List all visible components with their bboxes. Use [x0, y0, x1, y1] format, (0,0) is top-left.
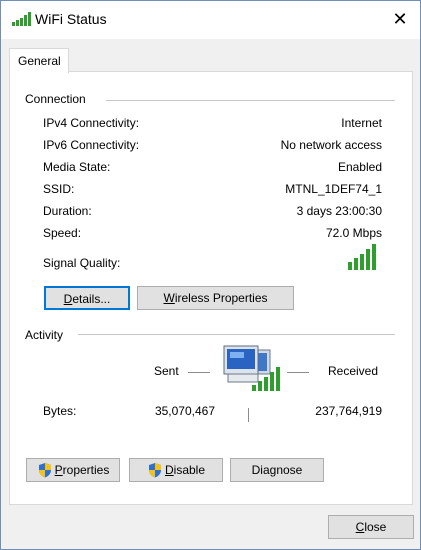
close-button-label: Close [355, 520, 387, 534]
signal-quality-label: Signal Quality: [43, 256, 121, 270]
signal-bar [372, 244, 376, 270]
activity-divider [78, 334, 395, 335]
media-state-value: Enabled [337, 160, 382, 174]
signal-bar [366, 249, 370, 270]
properties-button-label: Properties [37, 459, 109, 481]
tab-general[interactable]: General [9, 48, 69, 73]
received-connector [287, 372, 309, 373]
general-panel: Connection IPv4 Connectivity: Internet I… [9, 71, 413, 505]
properties-button[interactable]: Properties [26, 458, 120, 482]
signal-bar [360, 254, 364, 270]
bytes-label: Bytes: [43, 404, 77, 418]
sent-connector [188, 372, 210, 373]
network-computers-icon [223, 345, 280, 391]
ipv4-label: IPv4 Connectivity: [43, 116, 140, 130]
signal-quality-icon [348, 244, 376, 270]
ipv6-label: IPv6 Connectivity: [43, 138, 140, 152]
speed-value: 72.0 Mbps [325, 226, 382, 240]
connection-heading: Connection [25, 92, 86, 106]
bytes-received-value: 237,764,919 [315, 404, 382, 418]
details-button[interactable]: Details... [44, 286, 130, 310]
ipv6-value: No network access [280, 138, 382, 152]
ssid-label: SSID: [43, 182, 75, 196]
wireless-properties-button-label: Wireless Properties [163, 291, 268, 305]
connection-divider [106, 100, 395, 101]
wireless-properties-button[interactable]: Wireless Properties [137, 286, 294, 310]
close-button[interactable]: Close [328, 515, 414, 539]
wifi-signal-icon [12, 12, 31, 26]
activity-connector-vertical [248, 408, 249, 422]
window-title: WiFi Status [35, 11, 107, 27]
ipv4-value: Internet [341, 116, 382, 130]
title-bar: WiFi Status ✕ [1, 1, 420, 39]
disable-button[interactable]: Disable [129, 458, 223, 482]
speed-label: Speed: [43, 226, 82, 240]
activity-heading: Activity [25, 328, 64, 342]
media-state-label: Media State: [43, 160, 111, 174]
ssid-value: MTNL_1DEF74_1 [285, 182, 382, 196]
close-icon[interactable]: ✕ [388, 7, 412, 31]
tab-general-label: General [18, 54, 61, 68]
bytes-sent-value: 35,070,467 [154, 404, 215, 418]
duration-label: Duration: [43, 204, 92, 218]
details-button-label: Details... [63, 292, 111, 306]
uac-shield-icon [38, 462, 51, 478]
diagnose-button-label: Diagnose [251, 463, 303, 477]
diagnose-button[interactable]: Diagnose [230, 458, 324, 482]
signal-bar [348, 262, 352, 270]
wifi-status-window: WiFi Status ✕ General Connection IPv4 Co… [0, 0, 421, 550]
signal-bar [354, 258, 358, 270]
uac-shield-icon [148, 462, 161, 478]
received-label: Received [328, 364, 379, 378]
sent-label: Sent [154, 364, 179, 378]
disable-button-label: Disable [147, 459, 205, 481]
duration-value: 3 days 23:00:30 [296, 204, 382, 218]
